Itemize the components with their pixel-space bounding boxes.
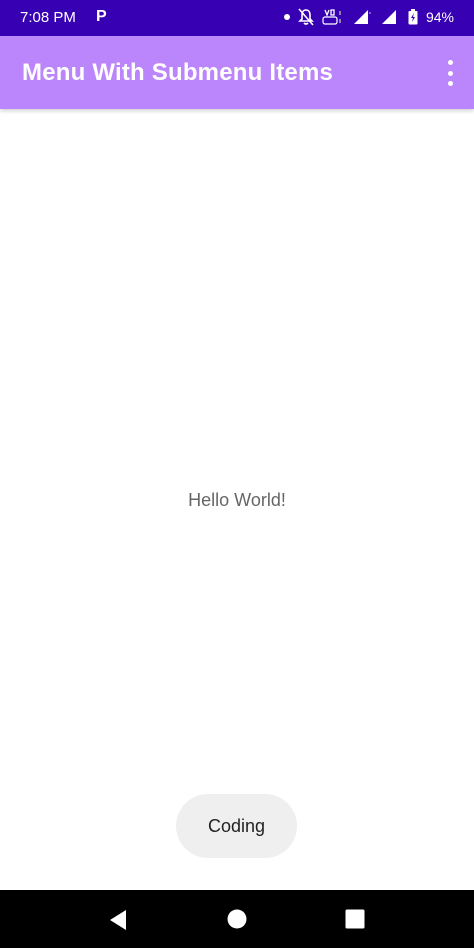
notification-dot-icon (283, 14, 290, 20)
toast: Coding (176, 794, 297, 858)
home-icon[interactable] (227, 909, 247, 934)
app-notification-icon: P (96, 8, 107, 25)
recents-icon[interactable] (345, 909, 365, 934)
battery-percent: 94% (425, 9, 454, 25)
signal-icon (352, 9, 372, 25)
page-title: Menu With Submenu Items (22, 59, 334, 86)
hello-text: Hello World! (188, 490, 286, 510)
back-icon[interactable] (108, 909, 128, 936)
bell-off-icon (298, 8, 314, 26)
app-bar: Menu With Submenu Items (0, 36, 474, 109)
status-time: 7:08 PM (20, 9, 76, 26)
status-bar: 7:08 PM P 94% (0, 0, 474, 36)
signal-icon-2 (380, 9, 400, 25)
volte-icon (322, 8, 344, 26)
more-vert-icon[interactable] (440, 60, 460, 86)
battery-charging-icon (408, 9, 418, 25)
status-icons: 94% (283, 8, 454, 26)
navigation-bar (0, 890, 474, 948)
